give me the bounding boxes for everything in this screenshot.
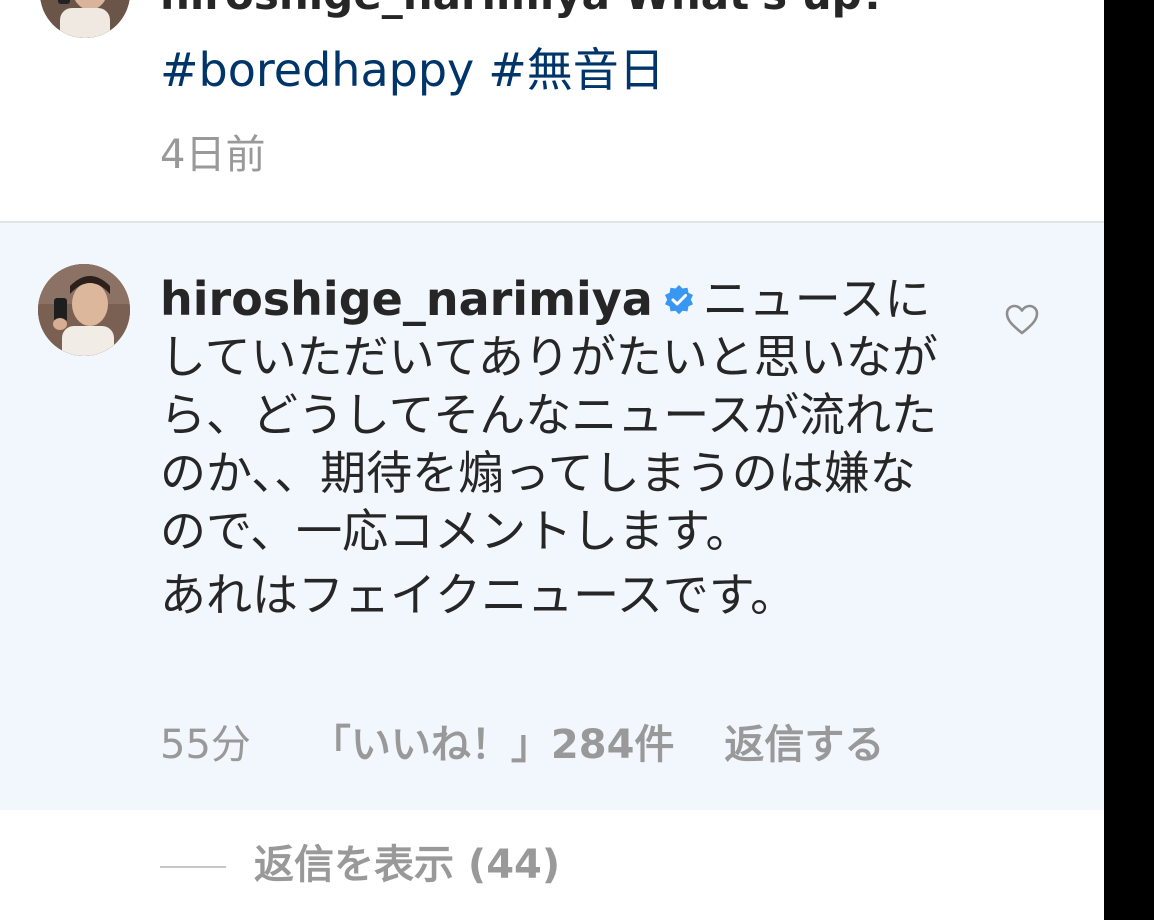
comments-screen: hiroshige_narimiya What's up? #boredhapp… <box>0 0 1104 920</box>
comment-text-part2: あれはフェイクニュースです。 <box>160 568 797 622</box>
comment-avatar[interactable] <box>38 264 130 356</box>
comment-username[interactable]: hiroshige_narimiya <box>160 272 653 326</box>
comment-body: hiroshige_narimiya ニュースにしていただいてありがたいと思いなが… <box>160 270 950 624</box>
reply-button[interactable]: 返信する <box>724 722 884 768</box>
view-replies-line <box>160 866 226 868</box>
hashtag-link[interactable]: #無音日 <box>488 43 665 97</box>
top-comment-time: 4日前 <box>160 132 266 178</box>
comment-time: 55分 <box>160 722 251 768</box>
comment-text: hiroshige_narimiya ニュースにしていただいてありがたいと思いなが… <box>160 270 950 560</box>
comment-likes-count[interactable]: 「いいね！」284件 <box>311 722 675 768</box>
view-replies-button[interactable]: 返信を表示 (44) <box>160 832 560 890</box>
view-replies-label: 返信を表示 (44) <box>254 842 561 888</box>
heart-outline-icon[interactable] <box>1004 302 1040 338</box>
top-comment-text: hiroshige_narimiya What's up? <box>160 0 886 19</box>
top-comment-avatar[interactable] <box>40 0 130 38</box>
top-comment-hashtags: #boredhappy #無音日 <box>160 34 679 100</box>
comment-meta-row: 55分 「いいね！」284件 返信する <box>160 712 884 770</box>
verified-badge-icon <box>663 284 695 316</box>
hashtag-link[interactable]: #boredhappy <box>160 43 474 97</box>
